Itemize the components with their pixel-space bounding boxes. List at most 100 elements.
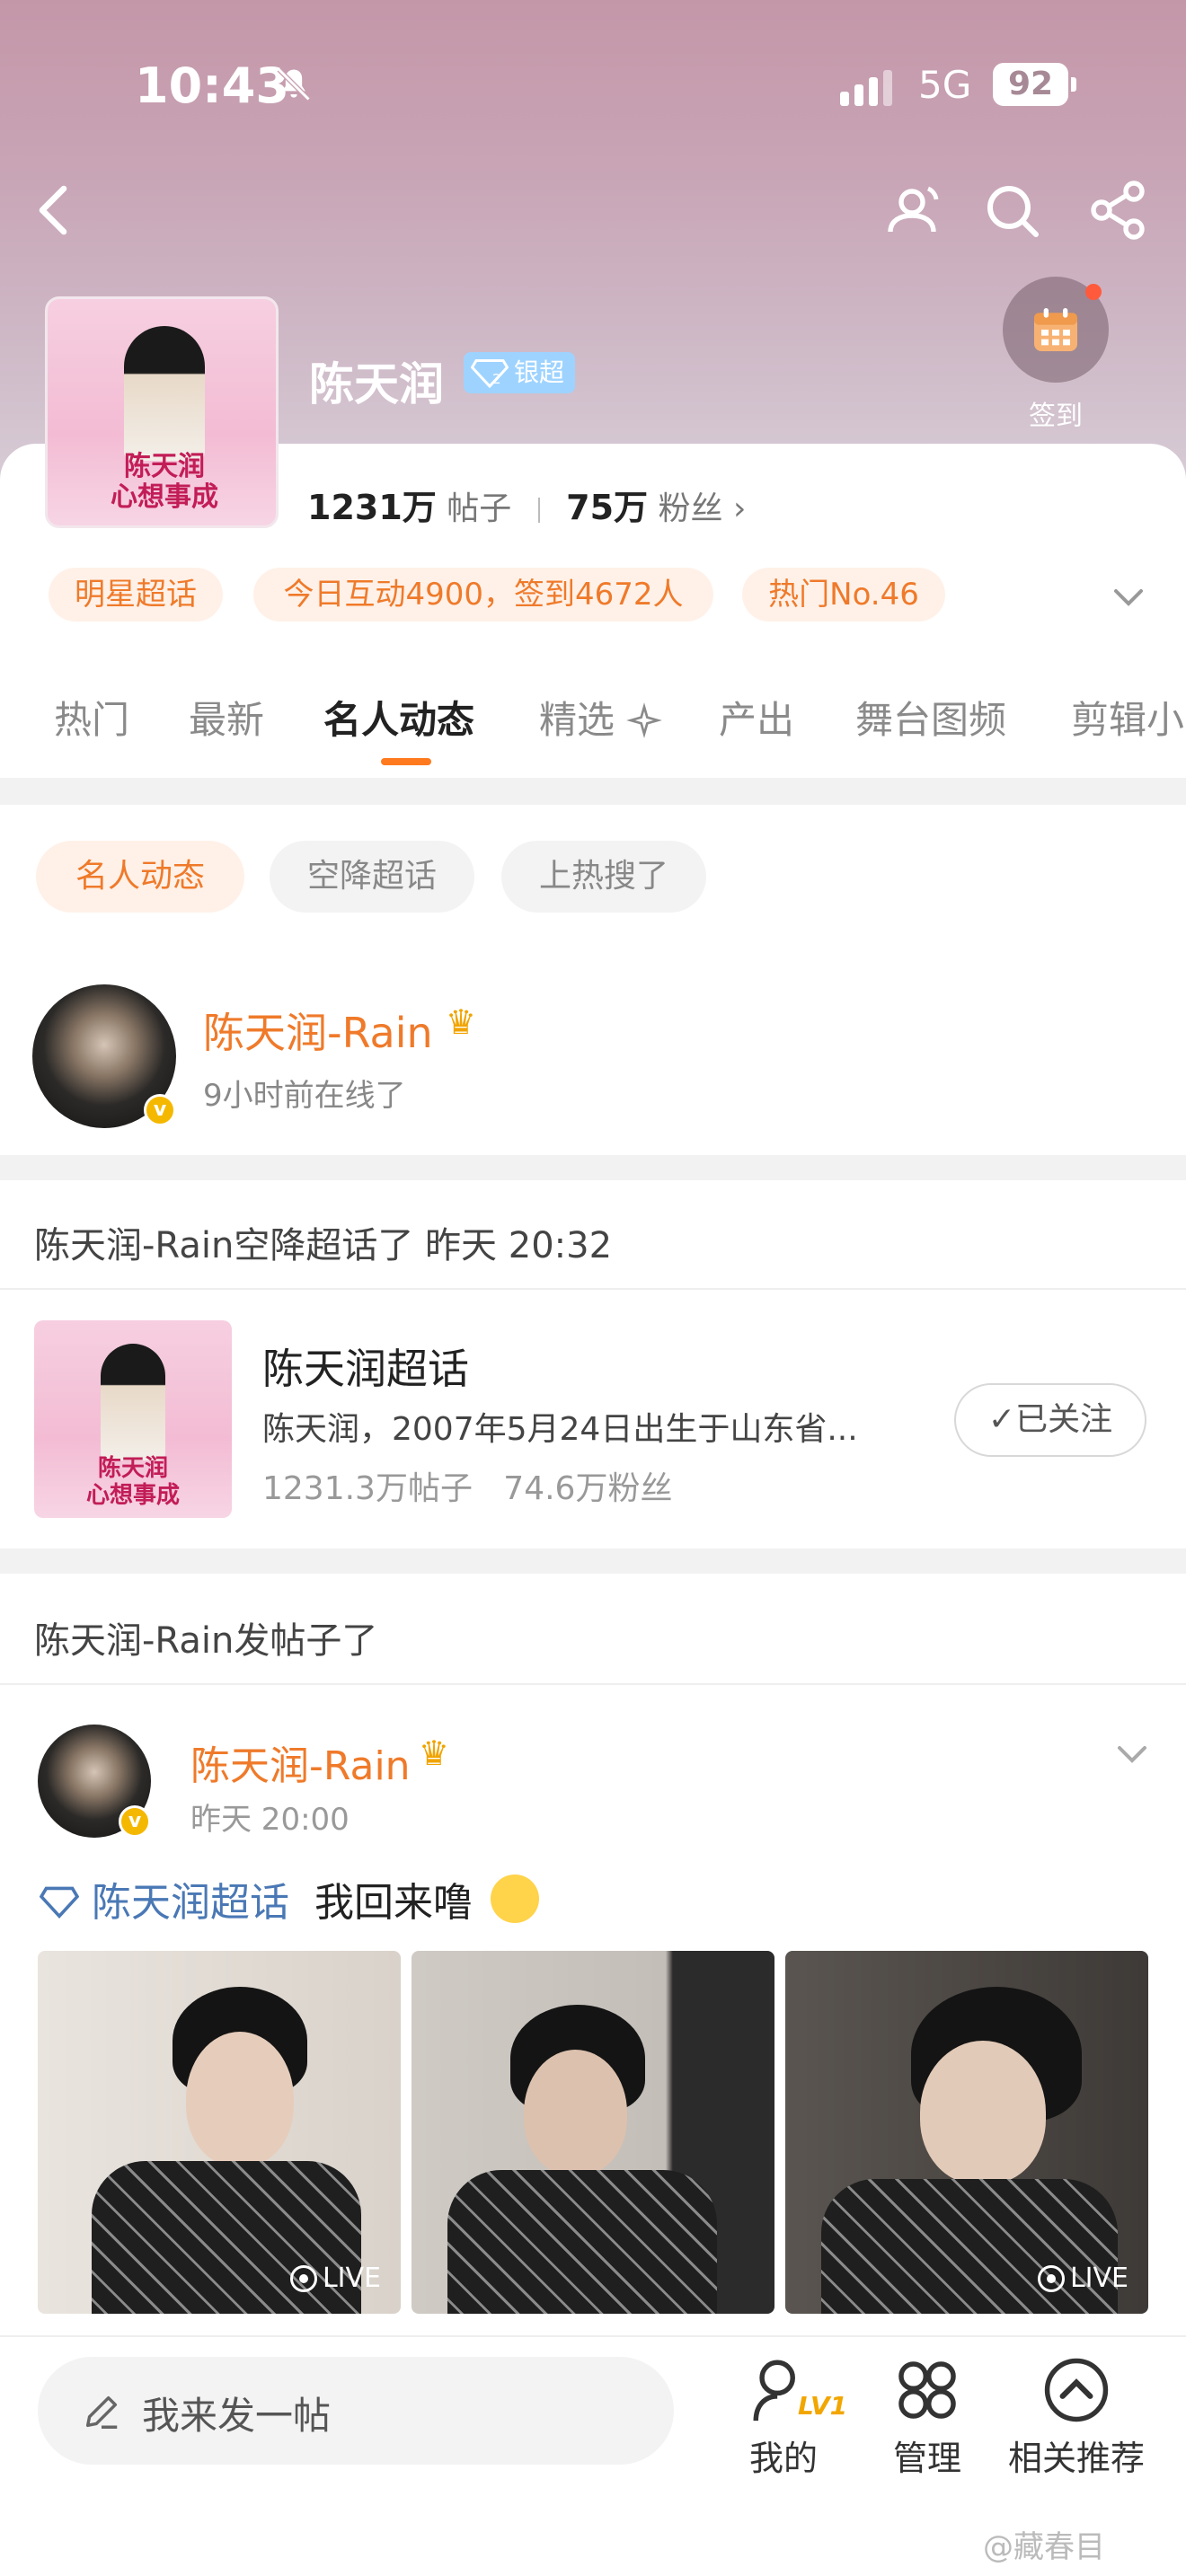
signin-button[interactable]: [1003, 277, 1109, 383]
photo-face: [524, 2050, 627, 2175]
topic-thumbnail[interactable]: 陈天润 心想事成: [34, 1320, 232, 1518]
sparkle-icon: [626, 702, 663, 738]
search-button[interactable]: [979, 178, 1044, 243]
topic-title[interactable]: 陈天润超话: [262, 1337, 469, 1396]
post-body: 陈天润超话 我回来噜: [40, 1870, 539, 1928]
chevron-down-icon[interactable]: [1107, 575, 1150, 618]
diamond-icon: 2: [471, 359, 509, 388]
photo-face: [186, 2032, 294, 2166]
verified-badge-icon: v: [119, 1805, 151, 1838]
post-topic-link[interactable]: 陈天润超话: [92, 1880, 289, 1926]
live-label: LIVE: [1069, 2263, 1128, 2294]
chip-hot-rank[interactable]: 热门No.46: [742, 568, 945, 622]
topic-description: 陈天润，2007年5月24日出生于山东省...: [262, 1411, 858, 1448]
live-icon: [1037, 2265, 1065, 2292]
manage-button[interactable]: 管理: [855, 2353, 999, 2480]
silver-super-badge[interactable]: 2 银超: [464, 352, 576, 393]
related-label: 相关推荐: [1007, 2439, 1145, 2478]
signin-label: 签到: [1029, 401, 1083, 432]
live-icon: [289, 2265, 317, 2292]
posts-count: 1231万: [307, 488, 437, 527]
status-time: 10:43: [135, 57, 289, 114]
tab-featured-label: 精选: [539, 698, 615, 742]
fans-count: 75万: [566, 488, 649, 527]
photo-jacket: [447, 2170, 717, 2314]
topic-stats: 1231.3万帖子 74.6万粉丝: [262, 1470, 673, 1507]
joined-event-title: 陈天润-Rain空降超话了 昨天 20:32: [34, 1225, 613, 1266]
supertopic-stats[interactable]: 1231万 帖子 75万 粉丝 ›: [307, 480, 746, 529]
posted-event-title: 陈天润-Rain发帖子了: [34, 1620, 378, 1662]
post-time: 昨天 20:00: [190, 1802, 350, 1838]
thin-divider: [0, 1683, 1186, 1685]
tab-celebrity-updates[interactable]: 名人动态: [323, 690, 474, 745]
followed-label: 已关注: [1015, 1401, 1113, 1438]
post-photo-2[interactable]: [412, 1951, 774, 2314]
check-icon: ✓: [987, 1401, 1016, 1438]
chip-star-supertopic[interactable]: 明星超话: [49, 568, 223, 622]
related-button[interactable]: 相关推荐: [1005, 2353, 1148, 2480]
celebrity-name[interactable]: 陈天润-Rain: [203, 1001, 433, 1060]
section-divider: [0, 778, 1186, 805]
tab-hot[interactable]: 热门: [54, 690, 129, 745]
photo-face: [920, 2041, 1046, 2184]
subfilter-dropped-in[interactable]: 空降超话: [270, 841, 474, 913]
thumb-caption: 陈天润 心想事成: [85, 1455, 180, 1509]
crown-icon: ♛: [446, 1002, 477, 1042]
post-photo-1[interactable]: LIVE: [38, 1951, 401, 2314]
fans-label: 粉丝: [658, 490, 723, 527]
back-button[interactable]: [23, 178, 88, 243]
tab-creations[interactable]: 产出: [719, 690, 794, 745]
chevron-right-icon: ›: [732, 490, 747, 527]
share-icon: [1091, 181, 1145, 240]
subfilter-trending[interactable]: 上热搜了: [501, 841, 706, 913]
verified-badge-icon: v: [144, 1094, 176, 1126]
avatar-person-figure: [124, 326, 205, 461]
chevron-up-circle-icon: [1044, 2358, 1109, 2422]
tab-edits[interactable]: 剪辑小: [1071, 690, 1186, 745]
share-button[interactable]: [1085, 178, 1150, 243]
section-divider: [0, 1548, 1186, 1574]
members-button[interactable]: [882, 178, 947, 243]
post-menu-chevron-icon[interactable]: [1111, 1732, 1154, 1775]
pencil-icon: [85, 2395, 118, 2429]
manage-label: 管理: [892, 2439, 961, 2478]
badge-label: 银超: [514, 357, 565, 387]
section-divider: [0, 1155, 1186, 1180]
mine-label: 我的: [748, 2439, 818, 2478]
battery-level: 92: [993, 63, 1068, 106]
compose-placeholder: 我来发一帖: [142, 2394, 332, 2438]
followed-button[interactable]: ✓已关注: [954, 1383, 1146, 1457]
avatar-caption: 陈天润 心想事成: [111, 451, 218, 513]
battery-tip: [1071, 77, 1076, 92]
thin-divider: [0, 1288, 1186, 1290]
manage-grid-icon: [898, 2361, 956, 2419]
live-badge: LIVE: [1037, 2263, 1128, 2294]
tab-featured[interactable]: 精选: [539, 690, 663, 745]
posts-label: 帖子: [447, 490, 512, 527]
tab-stage-photos[interactable]: 舞台图频: [855, 690, 1006, 745]
live-badge: LIVE: [289, 2263, 381, 2294]
active-tab-indicator: [381, 758, 431, 765]
signal-icon: [840, 70, 892, 106]
subfilter-celebrity-updates[interactable]: 名人动态: [36, 841, 244, 913]
thumb-person-figure: [101, 1344, 165, 1460]
supertopic-avatar[interactable]: 陈天润 心想事成: [45, 296, 279, 528]
supertopic-name: 陈天润: [309, 358, 444, 410]
chip-interaction-stats[interactable]: 今日互动4900，签到4672人: [253, 568, 713, 622]
compose-button[interactable]: 我来发一帖: [38, 2357, 674, 2465]
tab-latest[interactable]: 最新: [189, 690, 264, 745]
supertopic-diamond-icon: [40, 1886, 79, 1919]
status-bar: 10:43 5G 92: [0, 54, 1186, 117]
silent-bell-icon: [277, 67, 311, 101]
group-people-icon: [888, 186, 939, 233]
notification-dot: [1085, 284, 1102, 300]
calendar-icon: [1034, 308, 1077, 351]
teary-emoji-icon: [491, 1875, 539, 1923]
back-arrow-icon: [39, 185, 67, 235]
network-type: 5G: [918, 63, 972, 107]
post-photo-3[interactable]: LIVE: [785, 1951, 1148, 2314]
watermark: @藏春目: [983, 2529, 1105, 2565]
svg-text:2: 2: [492, 371, 501, 387]
post-author-name[interactable]: 陈天润-Rain: [190, 1734, 411, 1791]
mine-button[interactable]: LV1 我的: [712, 2353, 855, 2480]
